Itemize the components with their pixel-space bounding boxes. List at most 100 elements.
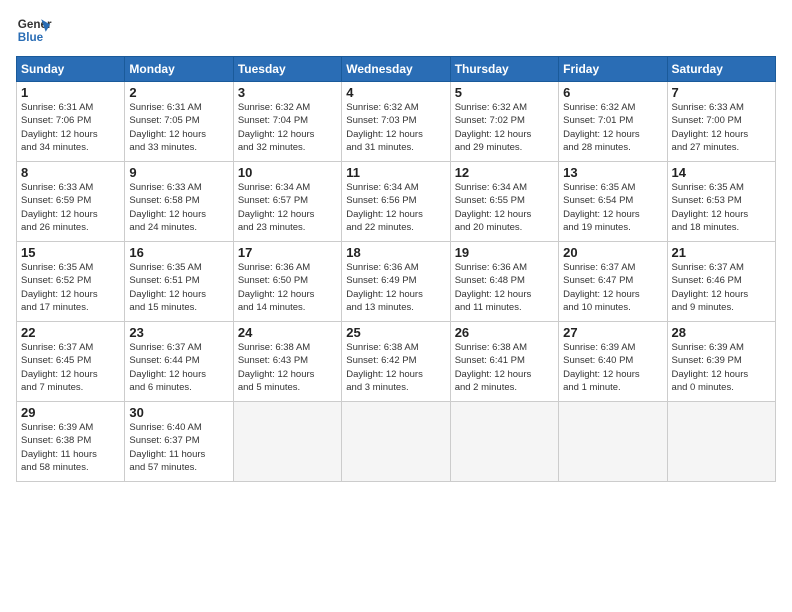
day-number: 12 [455,165,554,180]
calendar-cell: 30Sunrise: 6:40 AMSunset: 6:37 PMDayligh… [125,402,233,482]
day-info: Sunrise: 6:31 AMSunset: 7:06 PMDaylight:… [21,101,120,154]
day-info: Sunrise: 6:37 AMSunset: 6:44 PMDaylight:… [129,341,228,394]
weekday-header-wednesday: Wednesday [342,57,450,82]
calendar-table: SundayMondayTuesdayWednesdayThursdayFrid… [16,56,776,482]
day-number: 22 [21,325,120,340]
calendar-week-row: 15Sunrise: 6:35 AMSunset: 6:52 PMDayligh… [17,242,776,322]
day-number: 26 [455,325,554,340]
day-info: Sunrise: 6:36 AMSunset: 6:50 PMDaylight:… [238,261,337,314]
day-number: 21 [672,245,771,260]
calendar-cell: 9Sunrise: 6:33 AMSunset: 6:58 PMDaylight… [125,162,233,242]
calendar-cell: 10Sunrise: 6:34 AMSunset: 6:57 PMDayligh… [233,162,341,242]
day-number: 13 [563,165,662,180]
calendar-cell: 20Sunrise: 6:37 AMSunset: 6:47 PMDayligh… [559,242,667,322]
day-number: 30 [129,405,228,420]
calendar-cell: 6Sunrise: 6:32 AMSunset: 7:01 PMDaylight… [559,82,667,162]
calendar-cell: 2Sunrise: 6:31 AMSunset: 7:05 PMDaylight… [125,82,233,162]
day-number: 17 [238,245,337,260]
day-info: Sunrise: 6:36 AMSunset: 6:49 PMDaylight:… [346,261,445,314]
day-info: Sunrise: 6:37 AMSunset: 6:46 PMDaylight:… [672,261,771,314]
svg-text:Blue: Blue [18,31,44,44]
calendar-cell: 22Sunrise: 6:37 AMSunset: 6:45 PMDayligh… [17,322,125,402]
day-info: Sunrise: 6:31 AMSunset: 7:05 PMDaylight:… [129,101,228,154]
day-info: Sunrise: 6:33 AMSunset: 6:58 PMDaylight:… [129,181,228,234]
day-info: Sunrise: 6:37 AMSunset: 6:47 PMDaylight:… [563,261,662,314]
day-number: 18 [346,245,445,260]
day-info: Sunrise: 6:32 AMSunset: 7:02 PMDaylight:… [455,101,554,154]
calendar-cell [450,402,558,482]
day-number: 14 [672,165,771,180]
calendar-cell [233,402,341,482]
day-info: Sunrise: 6:39 AMSunset: 6:40 PMDaylight:… [563,341,662,394]
day-number: 2 [129,85,228,100]
weekday-header-monday: Monday [125,57,233,82]
day-number: 4 [346,85,445,100]
calendar-cell: 7Sunrise: 6:33 AMSunset: 7:00 PMDaylight… [667,82,775,162]
day-number: 9 [129,165,228,180]
calendar-week-row: 29Sunrise: 6:39 AMSunset: 6:38 PMDayligh… [17,402,776,482]
calendar-cell: 21Sunrise: 6:37 AMSunset: 6:46 PMDayligh… [667,242,775,322]
day-info: Sunrise: 6:34 AMSunset: 6:57 PMDaylight:… [238,181,337,234]
day-info: Sunrise: 6:32 AMSunset: 7:03 PMDaylight:… [346,101,445,154]
day-number: 20 [563,245,662,260]
calendar-container: General Blue SundayMondayTuesdayWednesda… [0,0,792,490]
day-number: 3 [238,85,337,100]
calendar-cell: 29Sunrise: 6:39 AMSunset: 6:38 PMDayligh… [17,402,125,482]
day-info: Sunrise: 6:38 AMSunset: 6:43 PMDaylight:… [238,341,337,394]
day-number: 5 [455,85,554,100]
calendar-cell: 25Sunrise: 6:38 AMSunset: 6:42 PMDayligh… [342,322,450,402]
day-info: Sunrise: 6:32 AMSunset: 7:01 PMDaylight:… [563,101,662,154]
day-number: 27 [563,325,662,340]
day-number: 16 [129,245,228,260]
calendar-cell: 4Sunrise: 6:32 AMSunset: 7:03 PMDaylight… [342,82,450,162]
calendar-cell [559,402,667,482]
weekday-header-row: SundayMondayTuesdayWednesdayThursdayFrid… [17,57,776,82]
calendar-cell: 14Sunrise: 6:35 AMSunset: 6:53 PMDayligh… [667,162,775,242]
calendar-cell: 19Sunrise: 6:36 AMSunset: 6:48 PMDayligh… [450,242,558,322]
day-number: 7 [672,85,771,100]
calendar-cell: 1Sunrise: 6:31 AMSunset: 7:06 PMDaylight… [17,82,125,162]
day-number: 10 [238,165,337,180]
calendar-cell: 13Sunrise: 6:35 AMSunset: 6:54 PMDayligh… [559,162,667,242]
day-number: 1 [21,85,120,100]
day-number: 25 [346,325,445,340]
calendar-cell: 15Sunrise: 6:35 AMSunset: 6:52 PMDayligh… [17,242,125,322]
calendar-cell: 12Sunrise: 6:34 AMSunset: 6:55 PMDayligh… [450,162,558,242]
day-info: Sunrise: 6:37 AMSunset: 6:45 PMDaylight:… [21,341,120,394]
calendar-cell: 26Sunrise: 6:38 AMSunset: 6:41 PMDayligh… [450,322,558,402]
weekday-header-sunday: Sunday [17,57,125,82]
day-number: 24 [238,325,337,340]
day-info: Sunrise: 6:39 AMSunset: 6:39 PMDaylight:… [672,341,771,394]
calendar-cell: 16Sunrise: 6:35 AMSunset: 6:51 PMDayligh… [125,242,233,322]
day-info: Sunrise: 6:33 AMSunset: 6:59 PMDaylight:… [21,181,120,234]
calendar-cell: 17Sunrise: 6:36 AMSunset: 6:50 PMDayligh… [233,242,341,322]
calendar-week-row: 8Sunrise: 6:33 AMSunset: 6:59 PMDaylight… [17,162,776,242]
calendar-cell: 3Sunrise: 6:32 AMSunset: 7:04 PMDaylight… [233,82,341,162]
day-info: Sunrise: 6:34 AMSunset: 6:56 PMDaylight:… [346,181,445,234]
day-info: Sunrise: 6:35 AMSunset: 6:53 PMDaylight:… [672,181,771,234]
day-info: Sunrise: 6:38 AMSunset: 6:41 PMDaylight:… [455,341,554,394]
calendar-cell: 11Sunrise: 6:34 AMSunset: 6:56 PMDayligh… [342,162,450,242]
day-info: Sunrise: 6:35 AMSunset: 6:54 PMDaylight:… [563,181,662,234]
day-info: Sunrise: 6:38 AMSunset: 6:42 PMDaylight:… [346,341,445,394]
calendar-cell: 8Sunrise: 6:33 AMSunset: 6:59 PMDaylight… [17,162,125,242]
calendar-cell [667,402,775,482]
day-info: Sunrise: 6:34 AMSunset: 6:55 PMDaylight:… [455,181,554,234]
day-number: 23 [129,325,228,340]
calendar-week-row: 1Sunrise: 6:31 AMSunset: 7:06 PMDaylight… [17,82,776,162]
calendar-cell: 27Sunrise: 6:39 AMSunset: 6:40 PMDayligh… [559,322,667,402]
day-info: Sunrise: 6:35 AMSunset: 6:51 PMDaylight:… [129,261,228,314]
day-info: Sunrise: 6:35 AMSunset: 6:52 PMDaylight:… [21,261,120,314]
day-info: Sunrise: 6:33 AMSunset: 7:00 PMDaylight:… [672,101,771,154]
day-info: Sunrise: 6:39 AMSunset: 6:38 PMDaylight:… [21,421,120,474]
weekday-header-saturday: Saturday [667,57,775,82]
day-number: 11 [346,165,445,180]
day-number: 19 [455,245,554,260]
calendar-cell: 24Sunrise: 6:38 AMSunset: 6:43 PMDayligh… [233,322,341,402]
calendar-week-row: 22Sunrise: 6:37 AMSunset: 6:45 PMDayligh… [17,322,776,402]
day-info: Sunrise: 6:36 AMSunset: 6:48 PMDaylight:… [455,261,554,314]
calendar-cell: 5Sunrise: 6:32 AMSunset: 7:02 PMDaylight… [450,82,558,162]
calendar-cell: 18Sunrise: 6:36 AMSunset: 6:49 PMDayligh… [342,242,450,322]
day-number: 28 [672,325,771,340]
header: General Blue [16,12,776,48]
